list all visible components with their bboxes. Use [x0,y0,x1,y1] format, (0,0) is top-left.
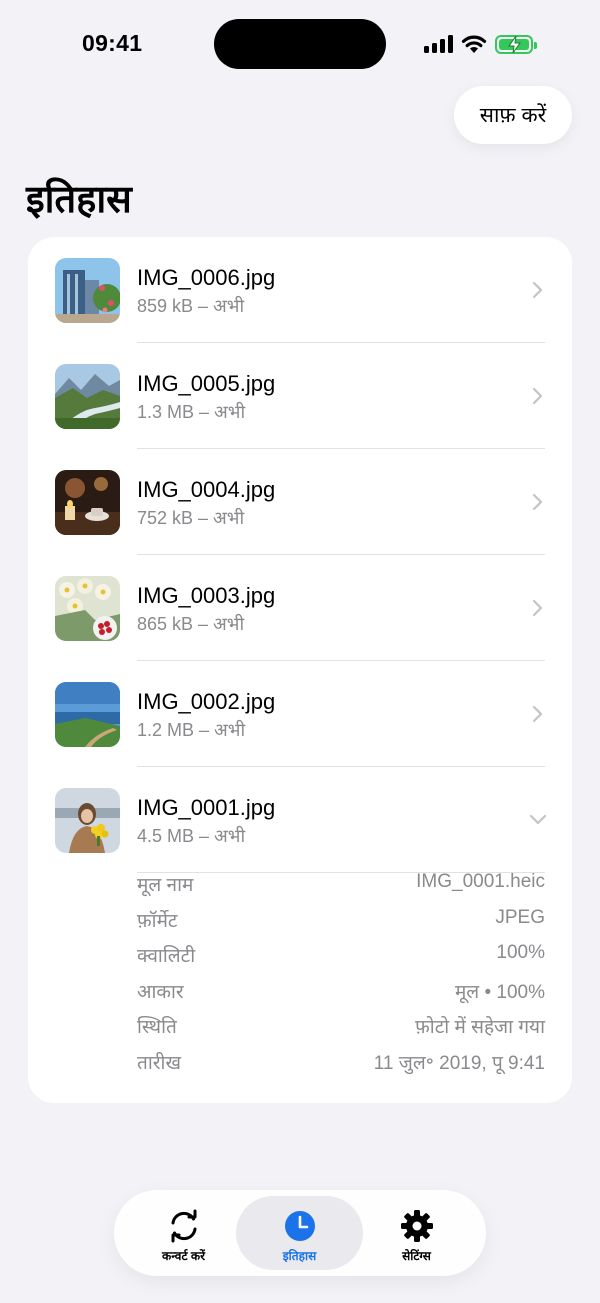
page-title: इतिहास [26,179,132,221]
detail-format: फ़ॉर्मेट JPEG [137,901,545,937]
tab-bar: कन्वर्ट करें इतिहास सेटिंग्स [114,1190,486,1276]
file-meta: 859 kB – अभी [137,296,245,316]
file-name: IMG_0003.jpg [137,583,276,608]
detail-label: फ़ॉर्मेट [137,910,178,932]
thumbnail-image [55,258,120,323]
file-meta: 4.5 MB – अभी [137,826,246,846]
detail-value: फ़ोटो में सहेजा गया [415,1017,545,1038]
tab-history[interactable]: इतिहास [236,1196,363,1270]
chevron-down-icon [529,814,547,825]
history-item[interactable]: IMG_0002.jpg 1.2 MB – अभी [28,661,572,767]
file-meta: 1.3 MB – अभी [137,402,246,422]
chevron-right-icon [532,281,543,299]
history-item[interactable]: IMG_0003.jpg 865 kB – अभी [28,555,572,661]
file-details: मूल नाम IMG_0001.heic फ़ॉर्मेट JPEG क्वा… [137,865,545,1078]
thumbnail-image [55,364,120,429]
history-item-expanded[interactable]: IMG_0001.jpg 4.5 MB – अभी [28,767,572,873]
tab-label: इतिहास [282,1249,317,1263]
detail-label: तारीख [137,1052,181,1074]
file-meta: 865 kB – अभी [137,614,245,634]
detail-value: IMG_0001.heic [416,871,545,892]
chevron-right-icon [532,387,543,405]
history-item[interactable]: IMG_0004.jpg 752 kB – अभी [28,449,572,555]
status-icons [424,32,537,56]
history-item[interactable]: IMG_0005.jpg 1.3 MB – अभी [28,343,572,449]
detail-value: JPEG [495,906,545,928]
detail-size: आकार मूल • 100% [137,972,545,1008]
cellular-signal-icon [424,35,453,53]
dynamic-island [214,19,386,69]
file-name: IMG_0005.jpg [137,371,276,396]
file-name: IMG_0002.jpg [137,689,276,714]
file-name: IMG_0001.jpg [137,795,276,820]
status-bar: 09:41 [0,0,600,90]
detail-original-name: मूल नाम IMG_0001.heic [137,865,545,901]
tab-convert[interactable]: कन्वर्ट करें [120,1196,247,1270]
file-meta: 752 kB – अभी [137,508,245,528]
thumbnail-image [55,682,120,747]
file-name: IMG_0006.jpg [137,265,276,290]
detail-value: 100% [496,942,545,963]
detail-label: मूल नाम [137,875,194,896]
file-name: IMG_0004.jpg [137,477,276,502]
detail-value: मूल • 100% [454,981,545,1003]
convert-icon [171,1209,196,1243]
thumbnail-image [55,470,120,535]
detail-label: स्थिति [137,1017,177,1038]
detail-date: तारीख 11 जुल॰ 2019, पू 9:41 [137,1043,545,1079]
clear-button[interactable]: साफ़ करें [454,86,572,144]
gear-icon [400,1210,433,1242]
history-list: IMG_0006.jpg 859 kB – अभी IMG_0005.jpg 1… [28,237,572,1103]
status-time: 09:41 [82,30,143,56]
detail-value: 11 जुल॰ 2019, पू 9:41 [373,1052,545,1074]
chevron-right-icon [532,493,543,511]
clock-icon [284,1211,315,1241]
chevron-right-icon [532,705,543,723]
tab-label: सेटिंग्स [402,1249,431,1263]
wifi-icon [461,35,487,53]
detail-quality: क्वालिटी 100% [137,936,545,972]
tab-label: कन्वर्ट करें [162,1249,205,1263]
tab-settings[interactable]: सेटिंग्स [353,1196,480,1270]
thumbnail-image [55,788,120,853]
history-item[interactable]: IMG_0006.jpg 859 kB – अभी [28,237,572,343]
chevron-right-icon [532,599,543,617]
battery-charging-icon [495,34,537,54]
detail-label: आकार [137,981,184,1003]
thumbnail-image [55,576,120,641]
detail-status: स्थिति फ़ोटो में सहेजा गया [137,1007,545,1043]
file-meta: 1.2 MB – अभी [137,720,246,740]
detail-label: क्वालिटी [137,946,196,967]
